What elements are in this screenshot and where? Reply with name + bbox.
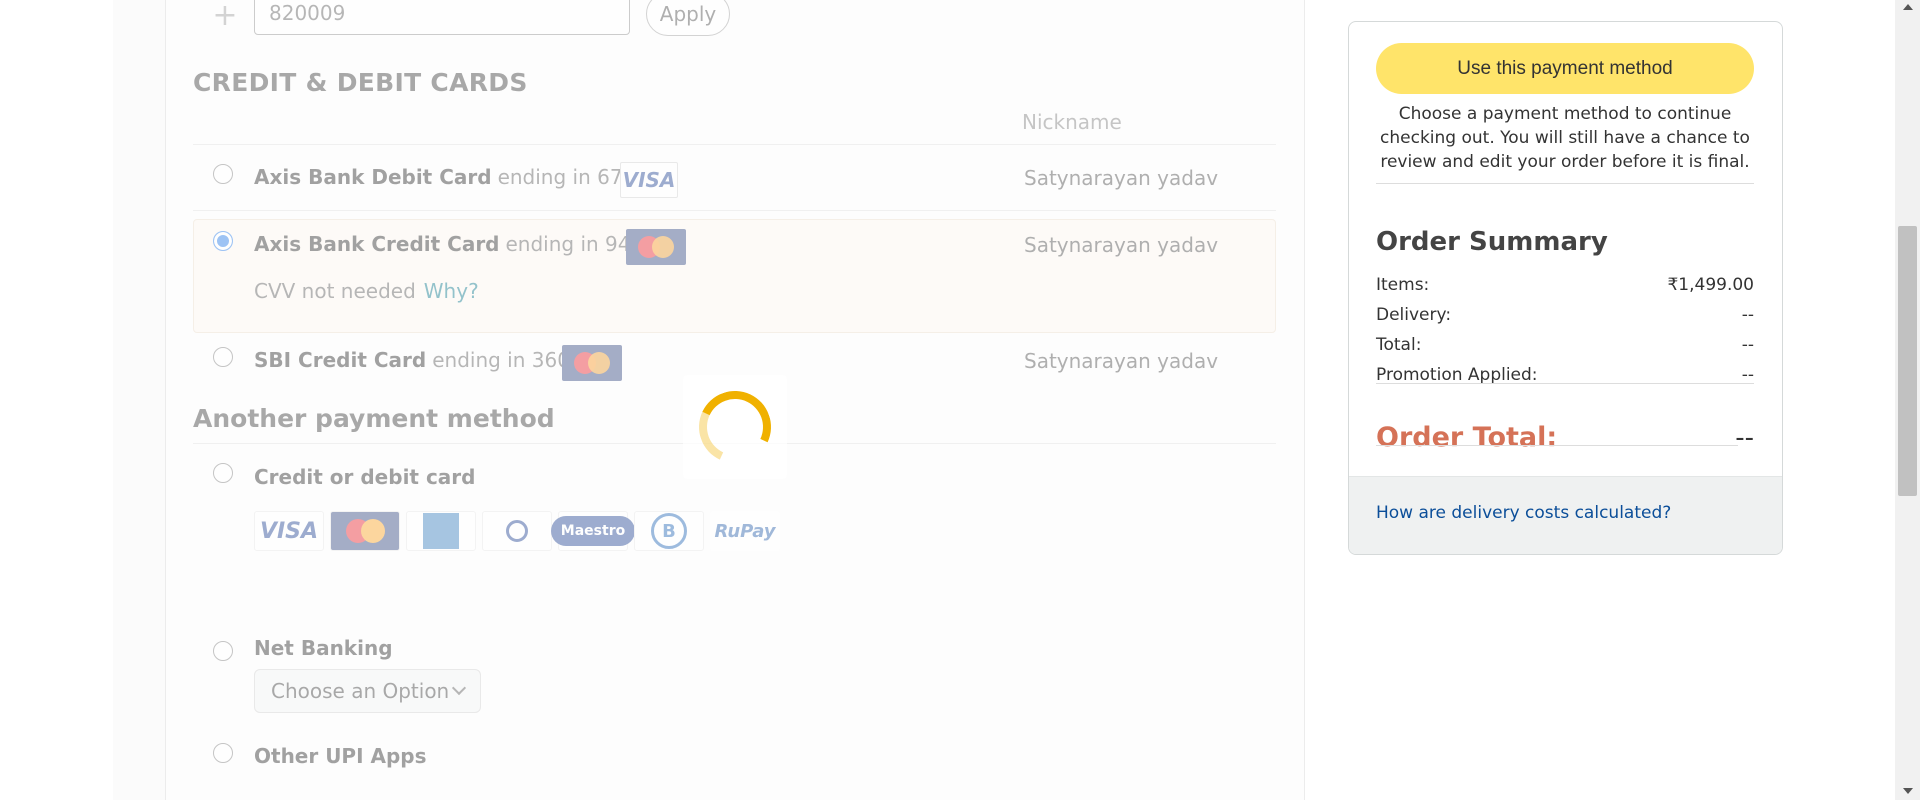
loading-spinner xyxy=(683,375,787,479)
summary-footer: How are delivery costs calculated? xyxy=(1349,476,1782,554)
spinner-icon xyxy=(688,380,782,474)
visa-icon: VISA xyxy=(620,162,678,198)
promo-code-input[interactable]: 820009 xyxy=(254,0,630,35)
upi-radio[interactable] xyxy=(213,743,233,763)
card-radio-axis-debit[interactable] xyxy=(213,164,233,184)
divider xyxy=(193,210,1276,211)
apply-button[interactable]: Apply xyxy=(646,0,730,36)
card-label-axis-credit[interactable]: Axis Bank Credit Card ending in 9459 xyxy=(254,232,656,256)
netbanking-select-value: Choose an Option xyxy=(271,679,450,703)
netbanking-label[interactable]: Net Banking xyxy=(254,636,393,660)
page-scrollbar[interactable] xyxy=(1895,0,1920,800)
card-bank-name: Axis Bank Debit Card xyxy=(254,165,492,189)
netbanking-radio[interactable] xyxy=(213,641,233,661)
plus-icon[interactable]: + xyxy=(212,0,238,33)
card-nickname: Satynarayan yadav xyxy=(1024,233,1219,257)
promotion-label: Promotion Applied: xyxy=(1376,365,1538,385)
promotion-line: Promotion Applied: -- xyxy=(1376,365,1754,385)
delivery-label: Delivery: xyxy=(1376,305,1452,325)
checkout-note: Choose a payment method to continue chec… xyxy=(1380,104,1750,172)
maestro-icon: Maestro xyxy=(550,511,636,551)
card-nickname: Satynarayan yadav xyxy=(1024,349,1219,373)
scroll-down-icon[interactable] xyxy=(1903,788,1913,794)
diners-club-icon xyxy=(482,511,552,551)
order-total-line: Order Total: -- xyxy=(1376,422,1754,453)
bajaj-finserv-icon: B xyxy=(634,511,704,551)
order-summary-panel: Use this payment method Choose a payment… xyxy=(1348,21,1783,555)
card-radio-sbi-credit[interactable] xyxy=(213,347,233,367)
delivery-line: Delivery: -- xyxy=(1376,305,1754,325)
divider xyxy=(1376,183,1754,184)
total-label: Total: xyxy=(1376,335,1422,355)
divider xyxy=(1376,383,1754,384)
use-payment-method-button[interactable]: Use this payment method xyxy=(1376,43,1754,94)
divider xyxy=(1376,445,1738,446)
another-method-title: Another payment method xyxy=(193,404,555,433)
nickname-header: Nickname xyxy=(1022,110,1122,134)
visa-icon: VISA xyxy=(254,511,324,551)
items-line: Items: ₹1,499.00 xyxy=(1376,275,1754,295)
delivery-value: -- xyxy=(1741,305,1754,325)
upi-label[interactable]: Other UPI Apps xyxy=(254,744,427,768)
mastercard-icon xyxy=(626,229,686,265)
order-summary-title: Order Summary xyxy=(1376,227,1608,257)
cards-section-title: CREDIT & DEBIT CARDS xyxy=(193,68,528,97)
scroll-up-icon[interactable] xyxy=(1903,4,1913,10)
delivery-costs-link[interactable]: How are delivery costs calculated? xyxy=(1376,503,1671,523)
total-line: Total: -- xyxy=(1376,335,1754,355)
card-ending: ending in 3607 xyxy=(432,348,583,372)
chevron-down-icon xyxy=(451,680,467,696)
card-radio-axis-credit[interactable] xyxy=(213,231,233,251)
items-label: Items: xyxy=(1376,275,1430,295)
credit-debit-radio[interactable] xyxy=(213,463,233,483)
items-value: ₹1,499.00 xyxy=(1667,275,1754,295)
total-value: -- xyxy=(1741,335,1754,355)
card-label-sbi-credit[interactable]: SBI Credit Card ending in 3607 xyxy=(254,348,583,372)
mastercard-icon xyxy=(330,511,400,551)
card-nickname: Satynarayan yadav xyxy=(1024,166,1219,190)
amex-icon xyxy=(406,511,476,551)
promotion-value: -- xyxy=(1741,365,1754,385)
rupay-icon: RuPay xyxy=(710,511,780,551)
credit-debit-label[interactable]: Credit or debit card xyxy=(254,465,475,489)
cvv-why-link[interactable]: Why? xyxy=(424,279,479,303)
card-network-logos: VISA Maestro B RuPay xyxy=(254,511,780,551)
scroll-thumb[interactable] xyxy=(1898,226,1917,496)
netbanking-select[interactable]: Choose an Option xyxy=(254,669,481,713)
order-total-label: Order Total: xyxy=(1376,422,1558,453)
cvv-text: CVV not needed xyxy=(254,279,416,303)
cvv-note: CVV not needed Why? xyxy=(254,279,479,303)
card-label-axis-debit[interactable]: Axis Bank Debit Card ending in 6743 xyxy=(254,165,648,189)
card-bank-name: SBI Credit Card xyxy=(254,348,427,372)
card-bank-name: Axis Bank Credit Card xyxy=(254,232,500,256)
order-total-value: -- xyxy=(1735,422,1754,453)
mastercard-icon xyxy=(562,345,622,381)
divider xyxy=(193,144,1276,145)
